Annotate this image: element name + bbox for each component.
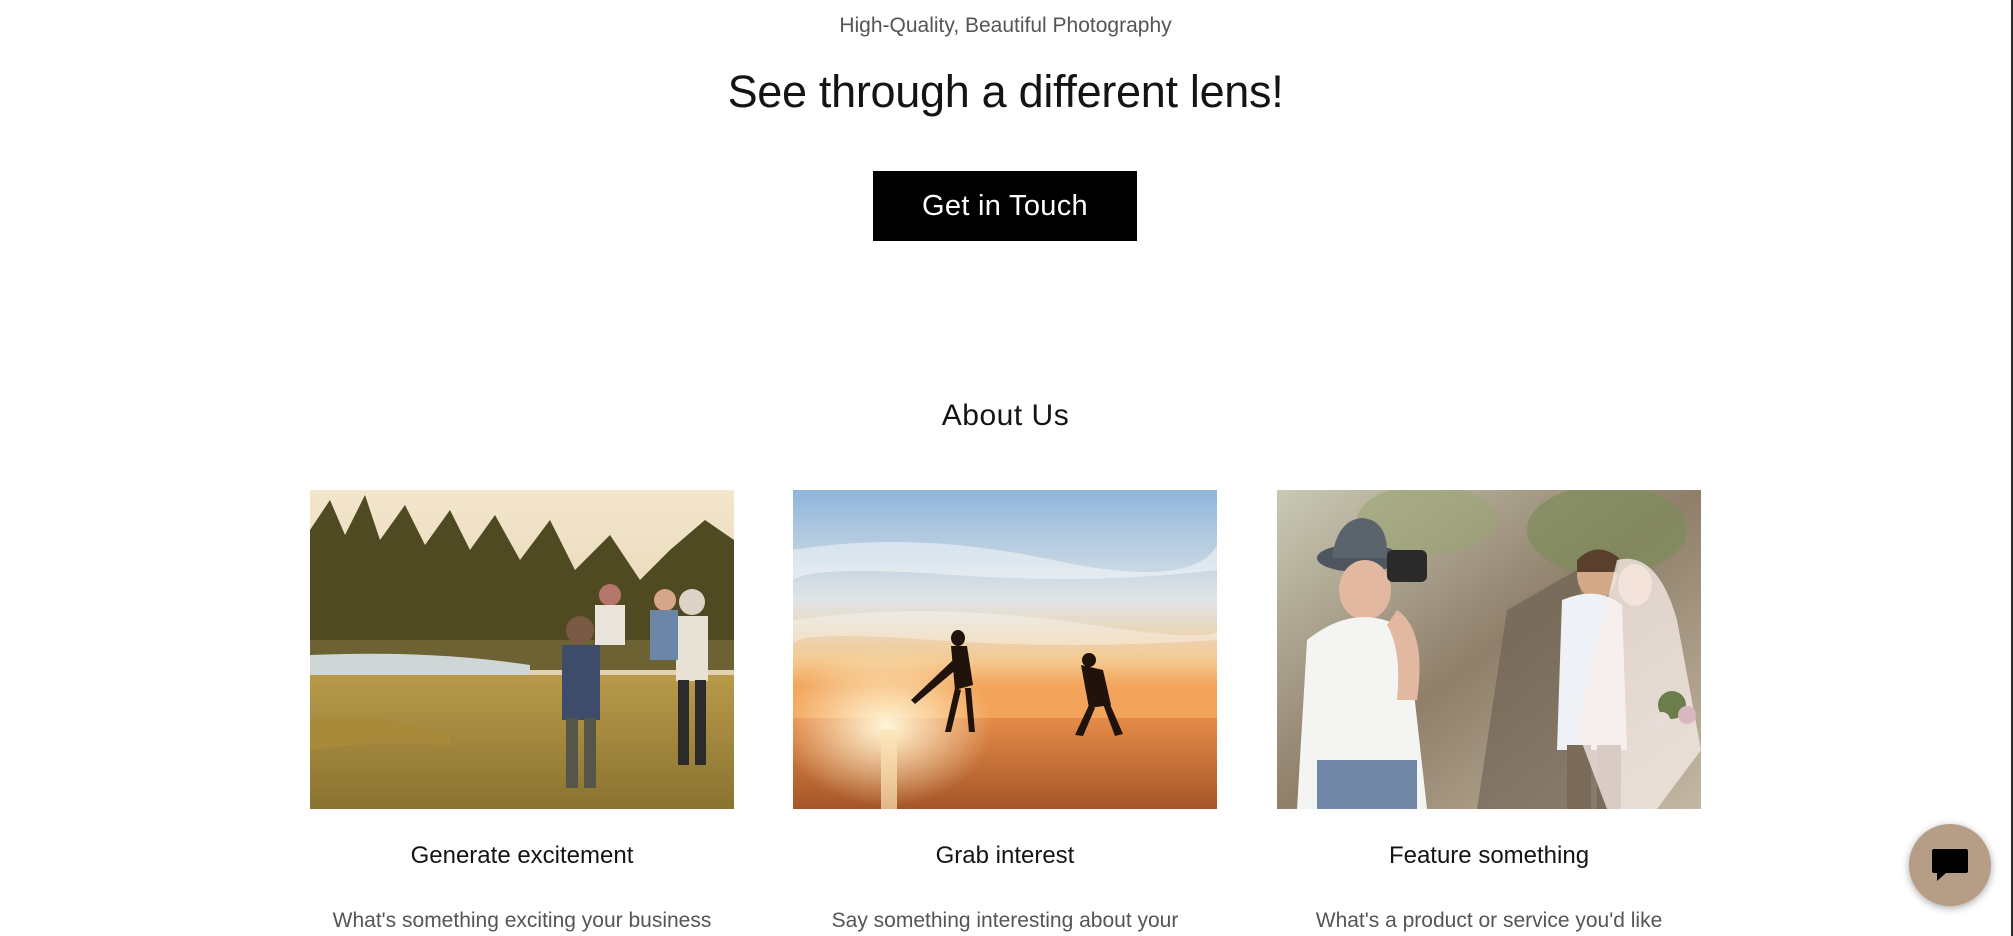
hero-headline: See through a different lens!	[727, 66, 1284, 117]
couples-walking-meadow-photo	[310, 490, 734, 809]
card-title: Generate excitement	[410, 842, 634, 869]
about-card: Generate excitement What's something exc…	[310, 490, 734, 935]
beach-sunset-couple-photo	[793, 490, 1217, 809]
hero-eyebrow: High-Quality, Beautiful Photography	[839, 14, 1172, 37]
get-in-touch-button[interactable]: Get in Touch	[873, 171, 1137, 241]
card-title: Grab interest	[935, 842, 1075, 869]
about-card: Grab interest Say something interesting …	[793, 490, 1217, 935]
chat-button[interactable]	[1909, 824, 1991, 906]
chat-bubble-icon	[1932, 849, 1968, 881]
card-title: Feature something	[1388, 842, 1590, 869]
card-text: What's something exciting your business	[332, 909, 712, 932]
card-text: Say something interesting about your	[831, 909, 1179, 932]
about-title: About Us	[941, 399, 1070, 432]
about-card: Feature something What's a product or se…	[1277, 490, 1701, 935]
card-text: What's a product or service you'd like	[1315, 909, 1663, 932]
page: High-Quality, Beautiful Photography See …	[0, 0, 2013, 936]
wedding-photographer-photo	[1277, 490, 1701, 809]
